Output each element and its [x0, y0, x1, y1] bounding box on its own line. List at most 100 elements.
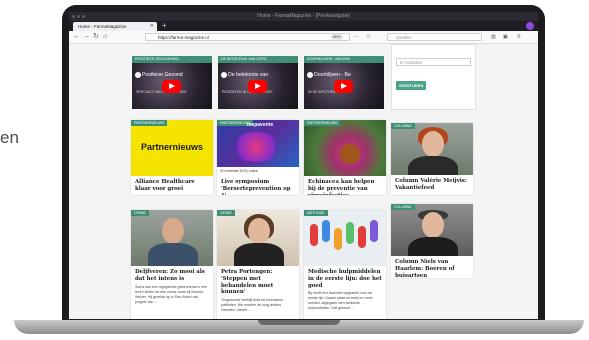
video-label: DOORBLIJVEN - NIEUWS — [304, 56, 384, 63]
article-image: OPINIE — [131, 210, 213, 266]
sidebar-icon[interactable]: ▣ — [503, 32, 508, 42]
forward-icon[interactable]: → — [83, 32, 90, 42]
maximize-window-icon[interactable] — [82, 15, 85, 18]
flower-center — [340, 144, 360, 164]
back-icon[interactable]: ← — [73, 32, 80, 42]
partner-image-text: Partnernieuws — [140, 142, 204, 152]
url-text: https://farma-magazine.nl — [158, 35, 209, 40]
portrait-body — [408, 156, 458, 175]
article-card[interactable]: OPINIE Deljfveren: Zo mooi als dat het i… — [131, 210, 213, 319]
channel-icon — [135, 72, 141, 78]
article-title[interactable]: Petra Portengen: 'Steppen met behandelen… — [217, 266, 299, 296]
article-card[interactable]: PARTNERNIEUWS Echinacea kan helpen bij d… — [304, 120, 386, 195]
article-image: COLUMNS — [391, 123, 473, 175]
video-card[interactable]: POSITIEVE GEZONDHEID Positieve Gezond SP… — [132, 56, 212, 109]
send-button[interactable]: VERSTUREN — [396, 81, 426, 90]
article-title[interactable]: Column Niels van Haarlem: Boeren of huis… — [391, 256, 473, 278]
article-card[interactable]: PARTNERNIEUWS Partnernieuws Alliance Hea… — [131, 120, 213, 195]
article-card[interactable]: COLUMNS Column Valérie Meijvis: Vakantie… — [391, 123, 473, 195]
article-excerpt: Bij heeft een fascheet opgesteld voor de… — [308, 291, 373, 311]
category-tag: PARTNERNIEUWS — [131, 120, 168, 126]
category-tag: COLUMNS — [391, 204, 415, 210]
email-placeholder: E-mailadres — [400, 60, 423, 65]
medical-item-icon — [334, 228, 342, 250]
article-title[interactable]: Medische hulpmiddelen in de eerste lijn:… — [304, 266, 386, 289]
portrait-head — [248, 218, 270, 244]
portrait-head — [422, 212, 444, 238]
category-tag: COLUMNS — [391, 123, 415, 129]
play-icon[interactable] — [334, 80, 353, 93]
article-image: PARTNERNIEUWS — [304, 120, 386, 176]
navigation-bar: ← → ↻ ⌂ https://farma-magazine.nl 80% ··… — [69, 31, 538, 44]
web-page: POSITIEVE GEZONDHEID Positieve Gezond SP… — [69, 44, 538, 319]
event-footer: 20 november 2020 | online — [217, 167, 299, 176]
search-placeholder: Zoeken — [396, 35, 412, 40]
video-title: De betekenis van — [228, 72, 269, 78]
medical-item-icon — [370, 220, 378, 242]
laptop-notch — [258, 320, 340, 325]
zoom-level[interactable]: 80% — [331, 34, 343, 40]
bookmark-star-icon[interactable]: ☆ — [366, 32, 371, 42]
browser-tab[interactable]: Home - FarmaMagazine ✕ — [73, 22, 157, 31]
reload-icon[interactable]: ↻ — [93, 32, 99, 42]
article-image: PARTNERNIEUWS mepavente 20 november 2020… — [217, 120, 299, 176]
video-label: DE BETEKENIS VAN ZORG — [218, 56, 298, 63]
article-card[interactable]: OPINIE Petra Portengen: 'Steppen met beh… — [217, 210, 299, 319]
tab-bar: Home - FarmaMagazine ✕ + — [69, 21, 538, 31]
article-title[interactable]: Deljfveren: Zo mooi als dat het intens i… — [131, 266, 213, 283]
laptop-screen: Home - FarmaMagazine - [Privénavigatie] … — [69, 12, 538, 319]
email-field[interactable]: E-mailadres — [396, 58, 471, 66]
video-thumbnail: De betekenis van PATIËNTEN IN DE APOTHEE… — [218, 63, 298, 109]
category-tag: PARTNERNIEUWS — [304, 120, 341, 126]
video-thumbnail: Doorblijven - Be IN DE APOTHEEK — [304, 63, 384, 109]
article-excerpt: Soms kan een ingrijpende gebeurtenis in … — [135, 284, 208, 304]
close-window-icon[interactable] — [72, 15, 75, 18]
minimize-window-icon[interactable] — [77, 15, 80, 18]
channel-icon — [221, 72, 227, 78]
portrait-body — [148, 243, 198, 266]
article-title[interactable]: Echinacea kan helpen bij de preventie va… — [304, 176, 386, 195]
category-tag: OPINIE — [131, 210, 149, 216]
page-actions-icon[interactable]: ··· — [354, 32, 359, 42]
new-tab-icon[interactable]: + — [162, 21, 167, 31]
channel-icon — [307, 72, 313, 78]
medical-item-icon — [322, 220, 330, 242]
address-bar[interactable]: https://farma-magazine.nl — [145, 33, 350, 41]
newsletter-box: E-mailadres VERSTUREN — [391, 44, 476, 110]
medical-item-icon — [310, 224, 318, 246]
close-tab-icon[interactable]: ✕ — [150, 22, 154, 31]
search-input[interactable]: Zoeken — [387, 33, 482, 41]
menu-icon[interactable]: ≡ — [517, 32, 521, 42]
video-label: POSITIEVE GEZONDHEID — [132, 56, 212, 63]
article-image: PARTNERNIEUWS Partnernieuws — [131, 120, 213, 176]
video-card[interactable]: DOORBLIJVEN - NIEUWS Doorblijven - Be IN… — [304, 56, 384, 109]
home-icon[interactable]: ⌂ — [103, 32, 107, 42]
video-thumbnail: Positieve Gezond SPECIALS VAN GEZONDHEID — [132, 63, 212, 109]
window-titlebar: Home - FarmaMagazine - [Privénavigatie] — [69, 12, 538, 21]
article-card[interactable]: COLUMNS Column Niels van Haarlem: Boeren… — [391, 204, 473, 278]
video-title: Positieve Gezond — [142, 72, 183, 78]
portrait-body — [408, 237, 458, 256]
video-card[interactable]: DE BETEKENIS VAN ZORG De betekenis van P… — [218, 56, 298, 109]
article-image: COLUMNS — [391, 204, 473, 256]
profile-avatar[interactable] — [526, 22, 534, 30]
article-title[interactable]: Column Valérie Meijvis: Vakantiefeed — [391, 175, 473, 192]
medical-item-icon — [346, 222, 354, 244]
brand-logo: mepavente — [247, 122, 274, 128]
article-image: METHODE — [304, 210, 386, 266]
medical-item-icon — [358, 226, 366, 248]
play-icon[interactable] — [248, 80, 267, 93]
article-card[interactable]: METHODE Medische hulpmiddelen in de eers… — [304, 210, 386, 319]
article-title[interactable]: Alliance Healthcare klaar voor groei — [131, 176, 213, 193]
tab-title: Home - FarmaMagazine — [78, 24, 127, 29]
video-title: Doorblijven - Be — [314, 72, 351, 78]
play-icon[interactable] — [162, 80, 181, 93]
portrait-head — [422, 131, 444, 157]
article-card[interactable]: PARTNERNIEUWS mepavente 20 november 2020… — [217, 120, 299, 195]
article-excerpt: 'Ongezonde leefstijl leidt tot chronisch… — [221, 298, 284, 313]
article-image: OPINIE — [217, 210, 299, 266]
category-tag: METHODE — [304, 210, 328, 216]
portrait-head — [162, 218, 184, 244]
library-icon[interactable]: ▥ — [491, 32, 496, 42]
article-title[interactable]: Live symposium 'Berserteprevention op 1' — [217, 176, 299, 195]
